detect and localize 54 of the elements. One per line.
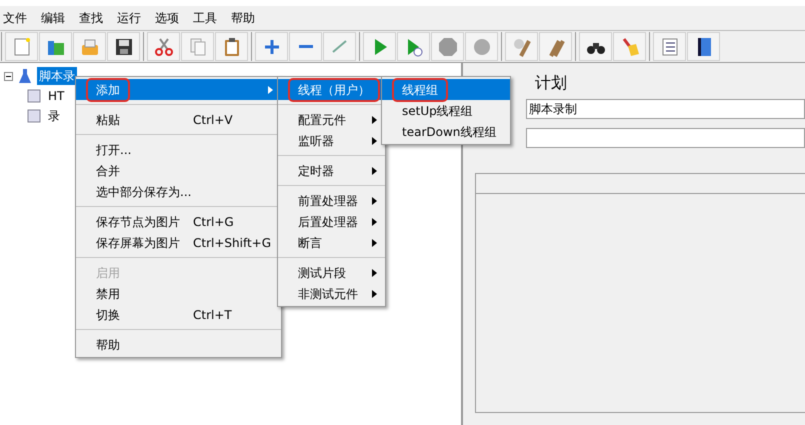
menu-item[interactable]: 帮助 (76, 334, 281, 355)
menu-item[interactable]: 配置元件 (278, 109, 385, 130)
menu-item[interactable]: 切换 Ctrl+T (76, 304, 281, 325)
name-field[interactable]: 脚本录制 (526, 99, 805, 119)
submenu-arrow-icon (372, 166, 377, 174)
minus-icon (298, 45, 312, 48)
submenu-arrow-icon (372, 268, 377, 276)
submenu-arrow-icon (372, 196, 377, 204)
menu-item[interactable]: 前置处理器 (278, 190, 385, 211)
menu-bar-item[interactable]: 文件 (3, 9, 27, 27)
flask-icon (17, 68, 33, 84)
menu-item[interactable]: 保存节点为图片 Ctrl+G (76, 211, 281, 232)
menu-bar-item[interactable]: 工具 (193, 9, 217, 27)
menu-item[interactable]: 选中部分保存为... (76, 181, 281, 202)
tree-item[interactable]: 录 (46, 107, 62, 125)
toolbar-button[interactable] (687, 32, 720, 61)
node-icon (26, 88, 42, 104)
menu-item[interactable]: setUp线程组 (382, 100, 510, 121)
menu-item[interactable]: 保存屏幕为图片 Ctrl+Shift+G (76, 232, 281, 253)
toolbar-button[interactable] (107, 32, 140, 61)
menu-item[interactable]: tearDown线程组 (382, 121, 510, 142)
submenu-arrow-icon (268, 86, 273, 94)
scissors-icon (152, 36, 174, 58)
menu-bar-item[interactable]: 编辑 (41, 9, 65, 27)
menu-item[interactable]: 断言 (278, 232, 385, 253)
toolbar-button[interactable] (215, 32, 248, 61)
menu-bar-item[interactable]: 查找 (79, 9, 103, 27)
menu-item[interactable]: 非测试元件 (278, 283, 385, 304)
menu-item[interactable]: 合并 (76, 160, 281, 181)
submenu-arrow-icon (372, 116, 377, 124)
toolbar-button[interactable] (579, 32, 612, 61)
menu-item[interactable]: 定时器 (278, 160, 385, 181)
submenu-arrow-icon (372, 238, 377, 246)
tree-item[interactable]: HT (46, 87, 66, 105)
panel-title: 计划 (535, 72, 568, 94)
comment-field[interactable] (526, 128, 805, 148)
menu-item[interactable]: 测试片段 (278, 262, 385, 283)
menu-bar-item[interactable]: 选项 (155, 9, 179, 27)
menu-item[interactable]: 禁用 (76, 283, 281, 304)
stop-icon (436, 36, 458, 58)
menu-item[interactable]: 监听器 (278, 130, 385, 151)
submenu-arrow-icon (372, 136, 377, 144)
tree-item[interactable]: 脚本录 (37, 67, 77, 85)
node-icon (26, 108, 42, 124)
submenu-arrow-icon (372, 290, 377, 298)
collapse-toggle-icon[interactable] (4, 72, 13, 80)
menu-bar-item[interactable]: 帮助 (231, 9, 255, 27)
menu-item[interactable]: 粘贴 Ctrl+V (76, 109, 281, 130)
menu-item[interactable]: 打开... (76, 139, 281, 160)
menu-item[interactable]: 后置处理器 (278, 211, 385, 232)
toolbar-button[interactable] (653, 32, 686, 61)
menu-item[interactable]: 线程组 (382, 79, 510, 100)
menu-bar-item[interactable]: 运行 (117, 9, 141, 27)
submenu-arrow-icon (372, 218, 377, 226)
